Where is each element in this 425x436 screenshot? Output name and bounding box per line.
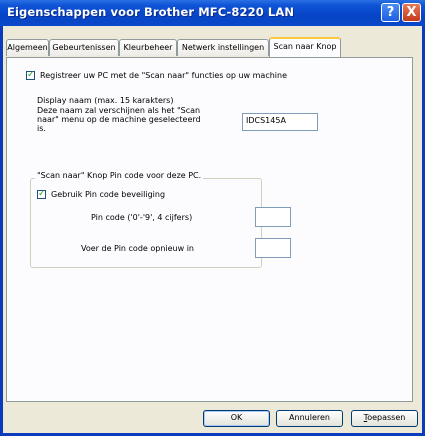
check-icon: ✓ (38, 189, 46, 199)
tab-algemeen[interactable]: Algemeen (6, 39, 49, 56)
ok-label: OK (230, 413, 243, 422)
tab-netwerk-instellingen[interactable]: Netwerk instellingen (177, 39, 269, 56)
display-name-help-line2: naar" menu op de machine geselecteerd (37, 115, 201, 124)
pin-code-input[interactable] (255, 207, 291, 227)
help-button[interactable]: ? (381, 3, 400, 22)
ok-button[interactable]: OK (203, 410, 270, 427)
check-icon: ✓ (27, 70, 35, 80)
display-name-help-line1: Deze naam zal verschijnen als het "Scan (37, 106, 201, 115)
apply-button[interactable]: Toepassen (351, 410, 418, 427)
window-title: Eigenschappen voor Brother MFC-8220 LAN (7, 5, 295, 19)
display-name-heading: Display naam (max. 15 karakters) (37, 96, 174, 105)
tab-label: Algemeen (7, 43, 48, 52)
help-icon: ? (386, 5, 395, 20)
tab-label: Gebeurtenissen (52, 43, 116, 52)
apply-label: oepassen (367, 413, 406, 422)
tab-label: Netwerk instellingen (181, 43, 265, 52)
tab-scan-naar-knop[interactable]: Scan naar Knop (269, 37, 341, 57)
cancel-label: Annuleren (289, 413, 330, 422)
use-pin-checkbox[interactable]: ✓ (37, 189, 46, 199)
tab-label: Scan naar Knop (273, 42, 337, 51)
display-name-value: IDCS145A (246, 116, 286, 125)
pin-code-label: Pin code ('0'-'9', 4 cijfers) (91, 213, 193, 222)
title-bar[interactable]: Eigenschappen voor Brother MFC-8220 LAN … (0, 0, 425, 26)
tab-gebeurtenissen[interactable]: Gebeurtenissen (49, 39, 119, 56)
register-label: Registreer uw PC met de "Scan naar" func… (40, 71, 288, 80)
pin-confirm-input[interactable] (255, 238, 291, 258)
tab-kleurbeheer[interactable]: Kleurbeheer (119, 39, 177, 56)
register-checkbox[interactable]: ✓ (26, 70, 35, 80)
tab-label: Kleurbeheer (123, 43, 173, 52)
pin-confirm-label: Voer de Pin code opnieuw in (81, 244, 194, 253)
use-pin-label: Gebruik Pin code beveiliging (51, 190, 166, 199)
cancel-button[interactable]: Annuleren (276, 410, 343, 427)
display-name-input[interactable]: IDCS145A (242, 113, 318, 131)
close-icon: X (406, 5, 417, 20)
close-button[interactable]: X (402, 3, 421, 22)
pin-group-title: "Scan naar" Knop Pin code voor deze PC. (35, 171, 204, 180)
display-name-help-line3: is. (37, 124, 46, 133)
